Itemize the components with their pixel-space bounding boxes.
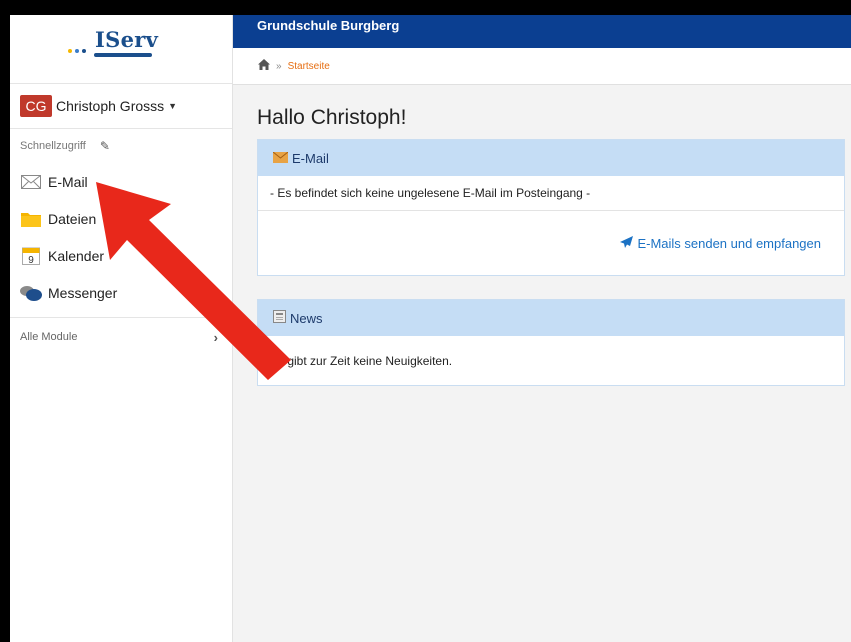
folder-icon <box>20 210 42 228</box>
svg-text:9: 9 <box>28 255 34 265</box>
sidebar-item-messenger[interactable]: Messenger <box>10 274 232 311</box>
sidebar-item-email[interactable]: E-Mail <box>10 163 232 200</box>
school-name: Grundschule Burgberg <box>257 18 400 33</box>
logo[interactable]: IServ <box>10 15 232 84</box>
news-panel-title: News <box>290 310 323 326</box>
breadcrumb: » Startseite <box>233 48 851 85</box>
main-content: Grundschule Burgberg » Startseite Hallo … <box>233 15 851 642</box>
paper-plane-icon <box>620 235 634 251</box>
mail-icon <box>272 151 289 166</box>
email-panel: E-Mail - Es befindet sich keine ungelese… <box>257 139 845 276</box>
breadcrumb-separator: » <box>276 60 282 72</box>
sidebar-item-label: Messenger <box>48 284 118 301</box>
email-status: - Es befindet sich keine ungelesene E-Ma… <box>258 176 844 211</box>
all-modules-label: Alle Module <box>20 331 78 343</box>
breadcrumb-current[interactable]: Startseite <box>288 61 330 72</box>
sidebar-item-label: Kalender <box>48 247 105 264</box>
envelope-icon <box>20 173 42 191</box>
caret-down-icon: ▼ <box>168 101 178 111</box>
avatar: CG <box>20 95 52 117</box>
logo-text: IServ <box>95 27 159 52</box>
school-header: Grundschule Burgberg <box>233 15 851 48</box>
chat-icon <box>20 284 42 302</box>
logo-underline <box>94 53 152 57</box>
chevron-right-icon: › <box>213 329 218 345</box>
calendar-icon: 9 <box>20 247 42 265</box>
news-panel: News Es gibt zur Zeit keine Neuigkeiten. <box>257 299 845 386</box>
app-window: IServ CG Christoph Grosss ▼ Schnellzugri… <box>10 15 851 642</box>
user-name: Christoph Grosss <box>56 98 165 114</box>
sidebar-item-files[interactable]: Dateien <box>10 200 232 237</box>
newspaper-icon <box>273 310 286 326</box>
quick-access-header: Schnellzugriff ✎ <box>10 129 232 163</box>
page-title: Hallo Christoph! <box>257 106 407 129</box>
logo-dots <box>68 49 86 53</box>
email-panel-title: E-Mail <box>292 150 329 166</box>
email-panel-footer: E-Mails senden und empfangen <box>258 211 844 275</box>
email-panel-header: E-Mail <box>258 140 844 176</box>
home-icon[interactable] <box>258 59 270 73</box>
pencil-icon[interactable]: ✎ <box>100 139 110 153</box>
sidebar-item-label: E-Mail <box>48 173 88 190</box>
sidebar-item-label: Dateien <box>48 210 97 227</box>
sidebar-item-calendar[interactable]: 9 Kalender <box>10 237 232 274</box>
news-panel-header: News <box>258 300 844 336</box>
news-status: Es gibt zur Zeit keine Neuigkeiten. <box>270 353 453 368</box>
user-menu[interactable]: CG Christoph Grosss ▼ <box>10 84 232 129</box>
all-modules-link[interactable]: Alle Module › <box>10 318 232 356</box>
quick-access-label: Schnellzugriff <box>20 140 86 152</box>
send-receive-link[interactable]: E-Mails senden und empfangen <box>637 236 821 251</box>
sidebar: IServ CG Christoph Grosss ▼ Schnellzugri… <box>10 15 233 642</box>
